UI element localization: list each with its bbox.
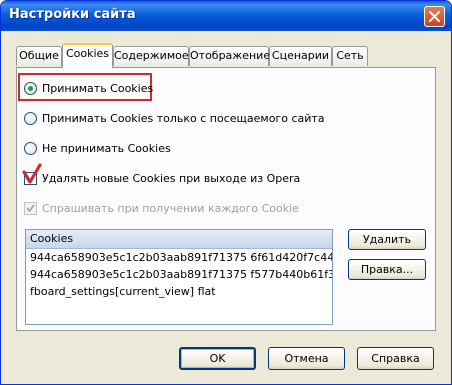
settings-dialog: Настройки сайта Общие Cookies Содержимое… — [0, 0, 452, 385]
help-button[interactable]: Справка — [357, 347, 434, 370]
radio-accept-visited-only[interactable]: Принимать Cookies только с посещаемого с… — [24, 110, 325, 126]
tab-scripts[interactable]: Сценарии — [269, 46, 332, 66]
checkmark-icon — [26, 204, 35, 212]
radio-button-checked[interactable] — [24, 81, 37, 95]
edit-cookie-button[interactable]: Правка... — [348, 259, 426, 280]
cookie-row[interactable]: 944ca658903e5c1c2b03aab891f71375 f577b44… — [26, 266, 332, 283]
delete-cookie-button[interactable]: Удалить — [348, 229, 426, 250]
cookie-row[interactable]: fboard_settings[current_view] flat — [26, 283, 332, 300]
tab-cookies[interactable]: Cookies — [62, 43, 113, 68]
check-mark-icon — [22, 163, 42, 184]
radio-accept-label: Принимать Cookies — [42, 81, 154, 95]
checkbox-delete-on-exit[interactable]: Удалять новые Cookies при выходе из Oper… — [24, 170, 300, 186]
cookies-list-header[interactable]: Cookies — [26, 230, 332, 249]
cookie-row[interactable]: 944ca658903e5c1c2b03aab891f71375 6f61d42… — [26, 249, 332, 266]
tab-content[interactable]: Содержимое — [113, 46, 189, 66]
radio-accept-cookies[interactable]: Принимать Cookies — [24, 80, 153, 96]
tab-network[interactable]: Сеть — [332, 46, 368, 66]
checkbox-delete-label: Удалять новые Cookies при выходе из Oper… — [42, 171, 301, 185]
cancel-button[interactable]: Отмена — [268, 347, 345, 370]
ok-button[interactable]: OK — [179, 347, 256, 370]
checkbox-ask-label: Спрашивать при получении каждого Cookie — [42, 201, 299, 215]
checkbox-disabled[interactable] — [24, 201, 37, 215]
tab-general[interactable]: Общие — [16, 46, 62, 66]
tab-display[interactable]: Отображение — [189, 46, 270, 66]
radio-reject-label: Не принимать Cookies — [42, 141, 171, 155]
checkbox-ask-each[interactable]: Спрашивать при получении каждого Cookie — [24, 200, 299, 216]
close-icon — [429, 11, 440, 22]
close-button[interactable] — [424, 6, 445, 27]
window-title: Настройки сайта — [9, 7, 136, 22]
radio-button[interactable] — [24, 141, 37, 155]
radio-button[interactable] — [24, 111, 37, 125]
radio-reject-cookies[interactable]: Не принимать Cookies — [24, 140, 171, 156]
title-bar[interactable]: Настройки сайта — [1, 1, 451, 31]
cookies-list[interactable]: Cookies 944ca658903e5c1c2b03aab891f71375… — [25, 229, 333, 325]
radio-visited-label: Принимать Cookies только с посещаемого с… — [42, 111, 325, 125]
